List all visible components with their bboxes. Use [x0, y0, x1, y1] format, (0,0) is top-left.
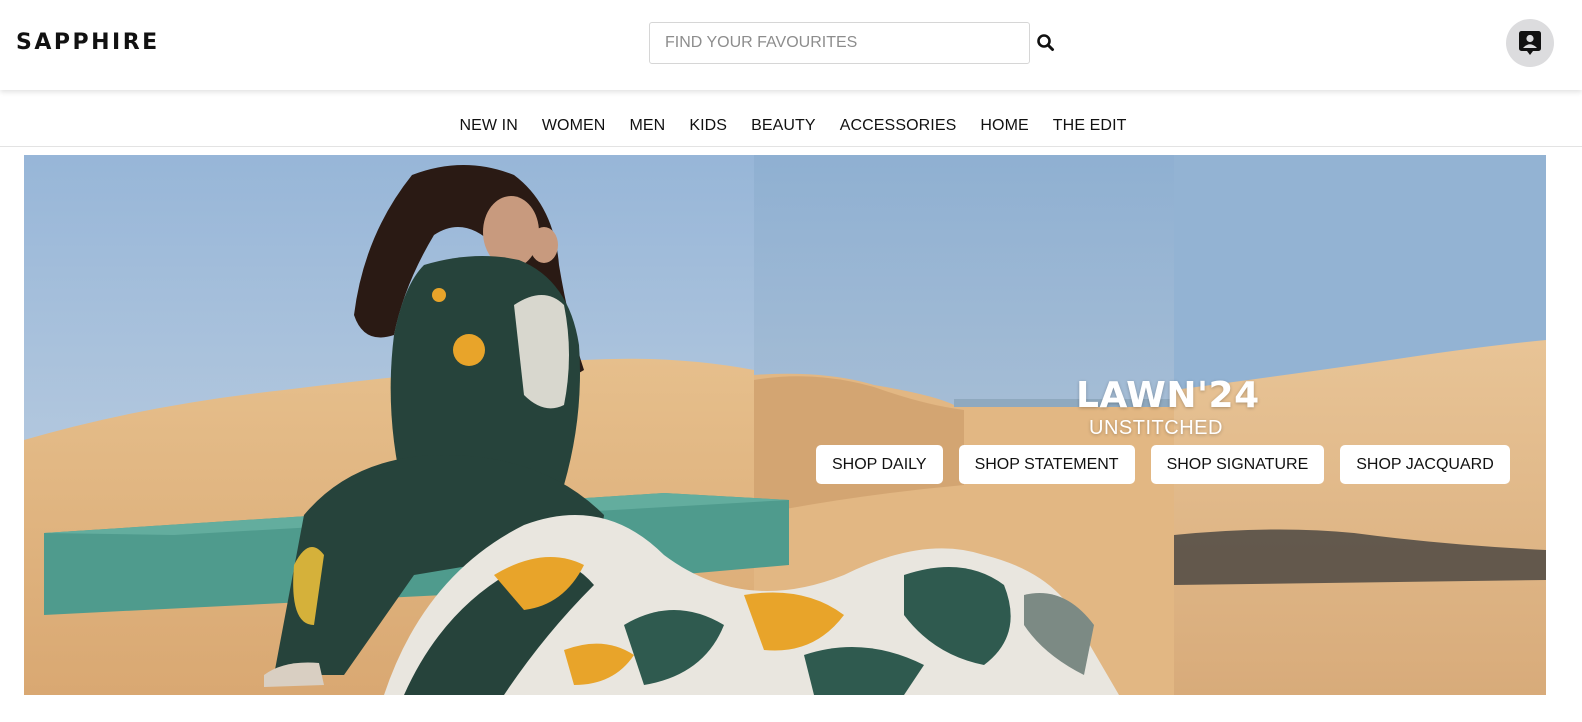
- nav-item-accessories[interactable]: ACCESSORIES: [840, 117, 957, 134]
- account-icon: [1519, 31, 1541, 55]
- hero-cta-row: SHOP DAILY SHOP STATEMENT SHOP SIGNATURE…: [816, 445, 1510, 484]
- nav-item-kids[interactable]: KIDS: [689, 117, 727, 134]
- nav-item-men[interactable]: MEN: [629, 117, 665, 134]
- nav-item-women[interactable]: WOMEN: [542, 117, 606, 134]
- search-box: [649, 22, 1030, 64]
- nav-item-home[interactable]: HOME: [980, 117, 1028, 134]
- shop-jacquard-button[interactable]: SHOP JACQUARD: [1340, 445, 1510, 484]
- shop-statement-button[interactable]: SHOP STATEMENT: [958, 445, 1135, 484]
- brand-logo[interactable]: SAPPHIRE: [16, 30, 160, 55]
- hero-banner[interactable]: LAWN'24 UNSTITCHED SHOP DAILY SHOP STATE…: [24, 155, 1546, 695]
- desert-fashion-banner-image: [24, 155, 1546, 695]
- site-header: SAPPHIRE: [0, 0, 1582, 90]
- hero-title: LAWN'24: [1076, 375, 1260, 416]
- shop-daily-button[interactable]: SHOP DAILY: [816, 445, 943, 484]
- account-button[interactable]: [1506, 19, 1554, 67]
- nav-item-the-edit[interactable]: THE EDIT: [1053, 117, 1127, 134]
- hero-subtitle: UNSTITCHED: [1089, 417, 1223, 439]
- nav-item-new-in[interactable]: NEW IN: [459, 117, 517, 134]
- main-navigation: NEW IN WOMEN MEN KIDS BEAUTY ACCESSORIES…: [0, 104, 1582, 147]
- nav-item-beauty[interactable]: BEAUTY: [751, 117, 816, 134]
- search-input[interactable]: [650, 23, 1029, 63]
- shop-signature-button[interactable]: SHOP SIGNATURE: [1150, 445, 1325, 484]
- nav-list: NEW IN WOMEN MEN KIDS BEAUTY ACCESSORIES…: [0, 104, 1582, 135]
- search-icon[interactable]: [1036, 33, 1056, 53]
